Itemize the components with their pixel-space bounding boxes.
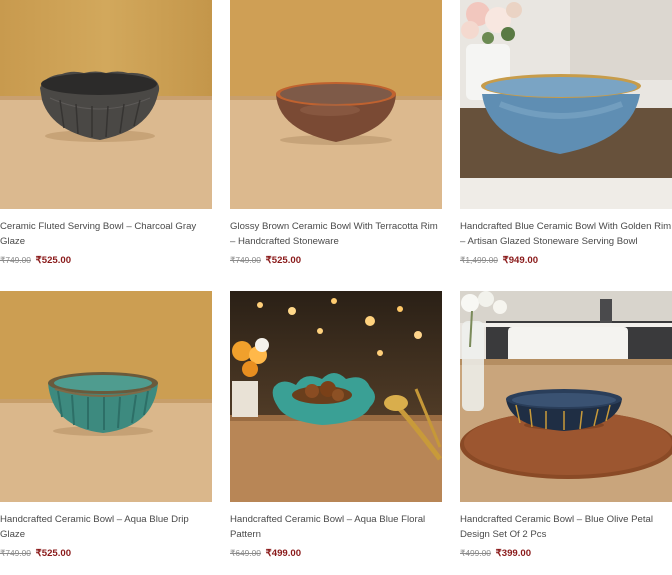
regular-price: ₹1,499.00: [460, 255, 498, 265]
sale-price: ₹499.00: [265, 548, 302, 559]
product-price: ₹499.00 ₹399.00: [460, 546, 672, 561]
regular-price: ₹749.00: [0, 548, 31, 558]
regular-price: ₹499.00: [460, 548, 491, 558]
regular-price: ₹749.00: [0, 255, 31, 265]
product-image-charcoal-fluted-bowl[interactable]: [0, 0, 212, 209]
product-image-blue-golden-rim-bowl[interactable]: [460, 0, 672, 209]
product-image-brown-terracotta-bowl[interactable]: [230, 0, 442, 209]
sale-price: ₹399.00: [495, 548, 532, 559]
sale-price: ₹525.00: [35, 255, 72, 266]
product-card: Glossy Brown Ceramic Bowl With Terracott…: [230, 0, 442, 268]
product-card: Handcrafted Ceramic Bowl – Aqua Blue Dri…: [0, 291, 212, 561]
product-image-blue-olive-petal-bowl[interactable]: [460, 291, 672, 502]
regular-price: ₹649.00: [230, 548, 261, 558]
product-title[interactable]: Handcrafted Ceramic Bowl – Blue Olive Pe…: [460, 512, 672, 542]
product-title[interactable]: Glossy Brown Ceramic Bowl With Terracott…: [230, 219, 442, 249]
product-card: Handcrafted Blue Ceramic Bowl With Golde…: [460, 0, 672, 268]
product-title[interactable]: Handcrafted Ceramic Bowl – Aqua Blue Dri…: [0, 512, 212, 542]
product-title[interactable]: Handcrafted Ceramic Bowl – Aqua Blue Flo…: [230, 512, 442, 542]
product-price: ₹1,499.00 ₹949.00: [460, 253, 672, 268]
sale-price: ₹525.00: [265, 255, 302, 266]
sale-price: ₹949.00: [502, 255, 539, 266]
product-image-aqua-floral-bowl[interactable]: [230, 291, 442, 502]
product-image-aqua-drip-bowl[interactable]: [0, 291, 212, 502]
product-price: ₹749.00 ₹525.00: [0, 546, 212, 561]
product-price: ₹649.00 ₹499.00: [230, 546, 442, 561]
product-card: Handcrafted Ceramic Bowl – Aqua Blue Flo…: [230, 291, 442, 561]
product-title[interactable]: Handcrafted Blue Ceramic Bowl With Golde…: [460, 219, 672, 249]
product-price: ₹749.00 ₹525.00: [0, 253, 212, 268]
regular-price: ₹749.00: [230, 255, 261, 265]
product-card: Handcrafted Ceramic Bowl – Blue Olive Pe…: [460, 291, 672, 561]
product-card: Ceramic Fluted Serving Bowl – Charcoal G…: [0, 0, 212, 268]
product-title[interactable]: Ceramic Fluted Serving Bowl – Charcoal G…: [0, 219, 212, 249]
sale-price: ₹525.00: [35, 548, 72, 559]
product-price: ₹749.00 ₹525.00: [230, 253, 442, 268]
product-grid: Ceramic Fluted Serving Bowl – Charcoal G…: [0, 0, 672, 575]
